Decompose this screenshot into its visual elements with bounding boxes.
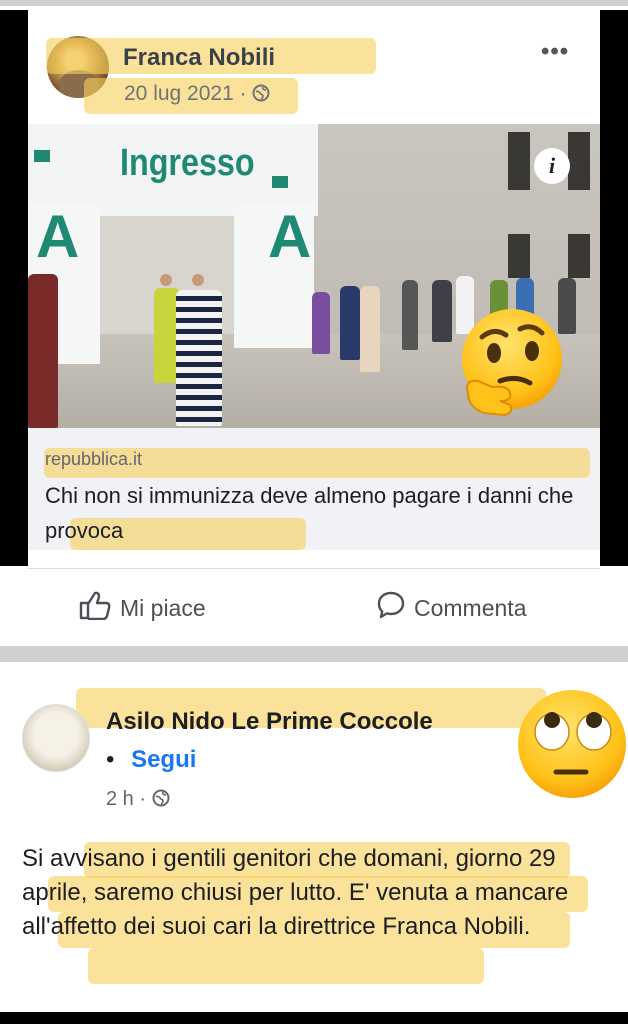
thumbs-up-icon	[78, 590, 112, 626]
sign-letter: A	[36, 203, 80, 270]
person	[176, 290, 222, 426]
post-time[interactable]: 2 h	[106, 788, 134, 810]
post-text: Si avvisano i gentili genitori che doman…	[22, 845, 569, 940]
follow-button[interactable]: Segui	[131, 746, 196, 773]
link-headline[interactable]: Chi non si immunizza deve almeno pagare …	[45, 478, 585, 548]
page-avatar[interactable]	[22, 704, 90, 772]
person	[432, 280, 452, 342]
right-border	[600, 10, 628, 566]
post-date[interactable]: 20 lug 2021	[124, 82, 234, 105]
post-meta: 20 lug 2021 ·	[124, 82, 270, 108]
divider	[28, 568, 600, 569]
like-label: Mi piace	[120, 594, 206, 621]
person	[360, 286, 380, 372]
left-border	[0, 10, 28, 566]
post-meta: 2 h ·	[106, 788, 170, 813]
sign-text: Ingresso	[120, 142, 255, 184]
comment-label: Commenta	[414, 594, 527, 621]
region-logo	[34, 150, 50, 162]
person	[312, 292, 330, 354]
highlight-mark	[88, 948, 484, 984]
meta-separator: ·	[139, 788, 147, 810]
sign-letter: A	[268, 203, 312, 270]
region-logo	[272, 176, 288, 188]
bullet: •	[106, 746, 115, 773]
thinking-face-icon	[462, 309, 562, 417]
globe-icon	[252, 84, 270, 108]
globe-icon	[152, 789, 170, 813]
follow-row: • Segui	[106, 746, 196, 774]
like-button[interactable]: Mi piace	[78, 590, 206, 626]
person	[28, 274, 58, 428]
meta-separator: ·	[239, 82, 247, 105]
comment-icon	[376, 590, 406, 626]
person	[402, 280, 418, 350]
bottom-border	[0, 1012, 628, 1024]
author-name[interactable]: Franca Nobili	[123, 44, 275, 72]
info-icon[interactable]: i	[534, 148, 570, 184]
page-name[interactable]: Asilo Nido Le Prime Coccole	[106, 708, 433, 736]
more-options-button[interactable]: •••	[541, 38, 569, 66]
link-source[interactable]: repubblica.it	[45, 449, 142, 470]
comment-button[interactable]: Commenta	[376, 590, 526, 626]
rolling-eyes-face-icon	[518, 690, 626, 798]
person	[340, 286, 360, 360]
